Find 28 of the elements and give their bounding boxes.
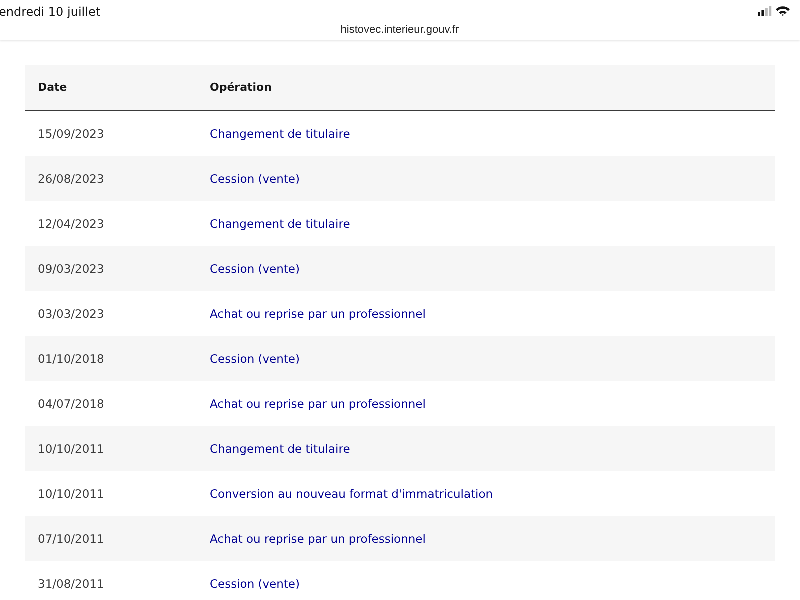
- operation-link[interactable]: Cession (vente): [210, 352, 300, 366]
- operation-link[interactable]: Achat ou reprise par un professionnel: [210, 306, 426, 320]
- date-cell-text: 09/03/2023: [37, 262, 106, 276]
- address-bar[interactable]: histovec.interieur.gouv.fr: [300, 23, 500, 37]
- operation-link[interactable]: Cession (vente): [210, 172, 300, 186]
- signal-icon: [758, 6, 772, 16]
- column-header: Opération: [210, 81, 272, 94]
- wifi-icon: [776, 6, 790, 16]
- date-cell-text: 03/03/2023: [37, 306, 106, 320]
- operation-link[interactable]: Cession (vente): [210, 576, 300, 590]
- operation-link[interactable]: Achat ou reprise par un professionnel: [210, 532, 426, 546]
- date-cell-text: 12/04/2023: [37, 216, 106, 230]
- column-header: Date: [37, 81, 68, 94]
- status-date: endredi 10 juillet: [0, 5, 101, 19]
- operation-link[interactable]: Changement de titulaire: [210, 216, 350, 230]
- operation-link[interactable]: Conversion au nouveau format d'immatriculation: [210, 486, 494, 500]
- operation-link[interactable]: Cession (vente): [210, 262, 300, 276]
- operation-link[interactable]: Achat ou reprise par un professionnel: [210, 396, 426, 410]
- date-cell-text: 01/10/2018: [37, 352, 106, 366]
- date-cell-text: 10/10/2011: [37, 486, 106, 500]
- date-cell-text: 04/07/2018: [37, 396, 106, 410]
- date-cell-text: 31/08/2011: [37, 576, 106, 590]
- date-cell-text: 26/08/2023: [37, 172, 106, 186]
- date-cell-text: 15/09/2023: [37, 126, 106, 140]
- operation-link[interactable]: Changement de titulaire: [210, 126, 350, 140]
- date-cell-text: 10/10/2011: [37, 442, 106, 456]
- date-cell-text: 07/10/2011: [37, 532, 106, 546]
- operation-link[interactable]: Changement de titulaire: [210, 442, 350, 456]
